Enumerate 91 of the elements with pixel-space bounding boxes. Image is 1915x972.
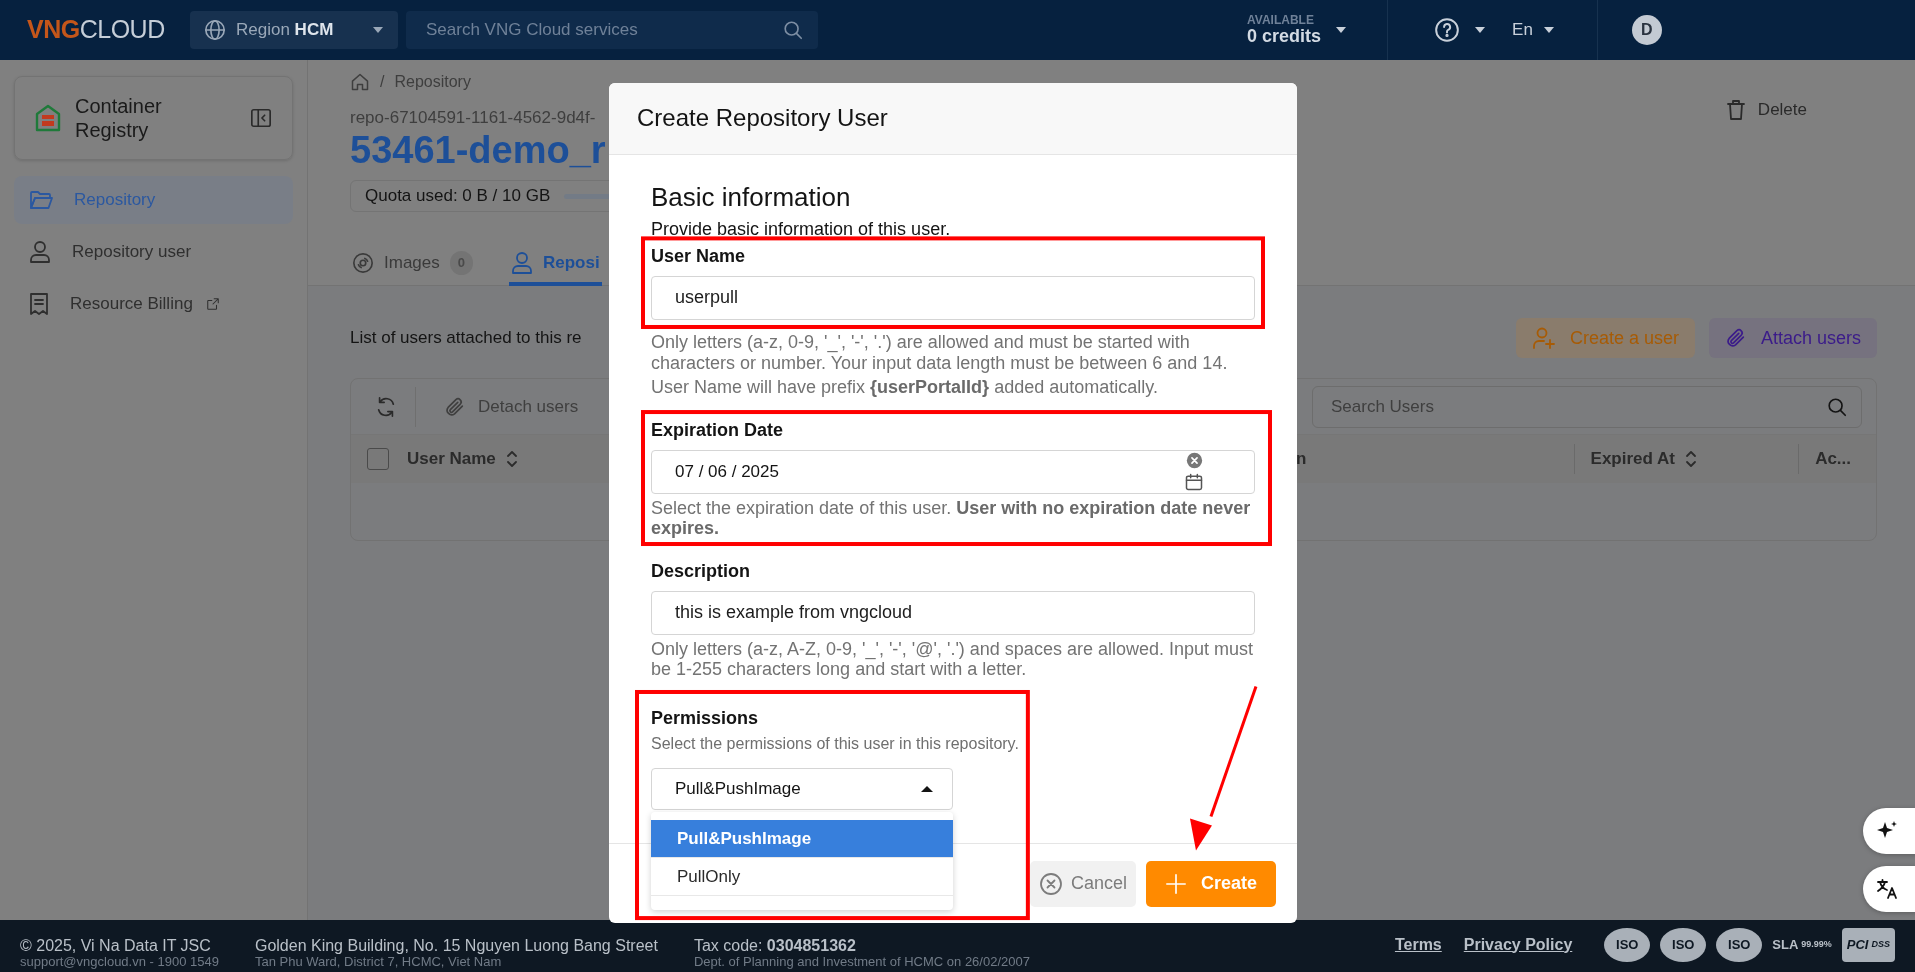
external-link-icon xyxy=(205,297,220,311)
dropdown-option[interactable]: Pull&PushImage xyxy=(651,820,953,859)
cancel-icon xyxy=(1038,871,1063,896)
refresh-icon xyxy=(375,395,397,418)
list-caption: List of users attached to this re xyxy=(350,327,582,350)
section-description: Provide basic information of this user. xyxy=(651,218,952,241)
company-name: © 2025, Vi Na Data IT JSC xyxy=(20,937,212,955)
user-plus-icon xyxy=(1531,326,1556,350)
certification-mark: PCI DSS xyxy=(1841,927,1895,962)
certification-mark: ISO xyxy=(1604,927,1651,962)
registration-info: Dept. of Planning and Investment of HCMC on 26/02/2007 xyxy=(693,954,1030,969)
translate-button[interactable] xyxy=(1863,866,1915,912)
avatar[interactable]: D xyxy=(1631,15,1662,45)
dropdown-option[interactable]: PullOnly xyxy=(651,858,953,897)
field-label: Permissions xyxy=(651,708,760,730)
tab[interactable]: Reposi xyxy=(509,244,602,287)
credits-caption: AVAILABLE xyxy=(1247,13,1315,27)
clear-icon[interactable] xyxy=(1185,451,1203,469)
user-icon xyxy=(29,240,51,264)
text-field[interactable]: userpull xyxy=(651,276,1255,320)
help-text: Select the expiration date of this user. User with no expiration date never expires. xyxy=(651,497,1252,539)
column-header: n xyxy=(1296,448,1307,471)
home-icon[interactable] xyxy=(350,72,370,92)
caret-down-icon xyxy=(372,26,384,34)
tax-info: Tax code: 0304851362 xyxy=(693,937,857,955)
region-selector[interactable]: Region HCM xyxy=(190,11,398,49)
translate-icon xyxy=(1875,877,1899,901)
search-icon xyxy=(782,19,804,41)
folder-icon xyxy=(29,189,53,211)
certification-mark: SLA 99.99% xyxy=(1772,936,1832,954)
logo-text: VNG xyxy=(27,14,80,46)
sort-icon xyxy=(505,450,518,468)
paperclip-icon xyxy=(1724,327,1747,349)
plus-icon xyxy=(1164,872,1187,895)
address-text: Golden King Building, No. 15 Nguyen Luong Bang Street xyxy=(254,937,658,955)
checkbox[interactable] xyxy=(367,448,389,470)
date-field[interactable]: 07 / 06 / 2025 xyxy=(651,449,1255,494)
select-field[interactable]: Pull&PushImage xyxy=(651,768,953,811)
refresh-button[interactable] xyxy=(375,386,416,427)
attach-users-button[interactable]: Attach users xyxy=(1708,318,1877,358)
container-registry-logo-icon xyxy=(35,104,61,132)
help-text: Only letters (a-z, A-Z, 0-9, '_', '-', '@', '.') and spaces are allowed. Input must be 1-255 characters long and start with a letter. xyxy=(651,638,1254,680)
create-button[interactable]: Create xyxy=(1145,860,1276,907)
contact-info: support@vngcloud.vn - 1900 1549 xyxy=(20,954,219,969)
receipt-icon xyxy=(29,292,49,316)
user-icon xyxy=(511,251,533,276)
sort-icon xyxy=(1684,450,1697,468)
language-selector[interactable]: En xyxy=(1512,17,1555,43)
text-field[interactable]: this is example from vngcloud xyxy=(651,590,1255,635)
help-text: User Name will have prefix {userPortalId} added automatically. xyxy=(651,377,1159,399)
section-title: Basic information xyxy=(651,181,852,214)
dialog-title: Create Repository User xyxy=(637,104,888,133)
sidebar-toggle-icon[interactable] xyxy=(250,107,272,129)
trash-icon xyxy=(1725,98,1746,121)
field-label: Description xyxy=(651,561,752,583)
search-field[interactable]: Search VNG Cloud services xyxy=(406,11,818,49)
help-text: Only letters (a-z, 0-9, '_', '-', '.') are allowed and must be started with characters or number. Your input data length must be between 6 and 14. xyxy=(651,332,1229,374)
caret-up-icon xyxy=(920,785,934,794)
repository-title: 53461-demo_r xyxy=(350,130,607,173)
column-header[interactable]: User Name xyxy=(407,444,518,474)
search-icon xyxy=(1826,395,1848,418)
ai-assistant-button[interactable] xyxy=(1863,808,1915,854)
caret-down-icon xyxy=(1542,26,1555,34)
logo-text: CLOUD xyxy=(79,14,165,46)
sidebar-item[interactable]: Repository user xyxy=(14,228,293,276)
address-text: Tan Phu Ward, District 7, HCMC, Viet Nam xyxy=(254,954,502,969)
app-title: Container Registry xyxy=(75,93,163,143)
breadcrumb-item[interactable]: Repository xyxy=(394,70,471,94)
footer-link[interactable]: Privacy Policy xyxy=(1463,932,1573,957)
column-header: Ac... xyxy=(1815,448,1852,471)
breadcrumb-separator: / xyxy=(380,72,385,92)
caret-down-icon xyxy=(1474,26,1487,34)
sidebar-item[interactable]: Resource Billing xyxy=(14,280,293,328)
field-label: User Name xyxy=(651,246,747,268)
cancel-button[interactable]: Cancel xyxy=(1029,860,1136,907)
disc-icon xyxy=(352,252,374,275)
field-description: Select the permissions of this user in this repository. xyxy=(651,733,1019,753)
calendar-icon[interactable] xyxy=(1184,471,1204,492)
help-icon[interactable] xyxy=(1434,17,1461,43)
footer-link[interactable]: Terms xyxy=(1394,932,1442,957)
certification-mark: ISO xyxy=(1716,927,1763,962)
column-header[interactable]: Expired At xyxy=(1590,444,1697,474)
credits-amount: 0 credits xyxy=(1247,26,1322,47)
search-users-field[interactable]: Search Users xyxy=(1312,385,1862,428)
caret-down-icon[interactable] xyxy=(1335,26,1348,34)
field-label: Expiration Date xyxy=(651,420,785,442)
globe-icon xyxy=(204,19,226,41)
paperclip-icon xyxy=(444,395,466,418)
certification-mark: ISO xyxy=(1660,927,1707,962)
quota-text: Quota used: 0 B / 10 GB xyxy=(365,185,551,208)
delete-button[interactable]: Delete xyxy=(1719,96,1813,124)
